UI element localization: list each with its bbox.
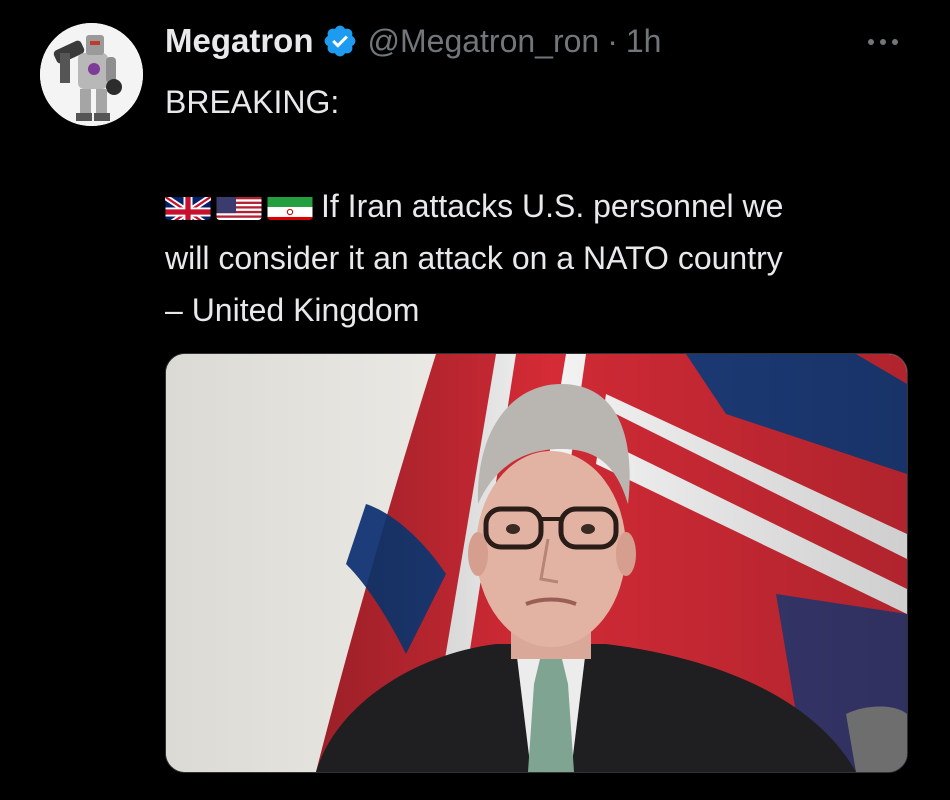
avatar[interactable] xyxy=(40,23,143,126)
tweet-line-1: BREAKING: xyxy=(165,84,340,120)
more-options-button[interactable] xyxy=(858,26,908,58)
flag-us-icon xyxy=(216,190,262,220)
tweet-line-2-text: If Iran attacks U.S. personnel we xyxy=(321,188,784,224)
flag-iran-icon xyxy=(267,190,313,220)
author-handle[interactable]: @Megatron_ron xyxy=(368,23,600,60)
tweet-header: Megatron @Megatron_ron · 1h xyxy=(165,18,661,64)
more-dot xyxy=(880,39,886,45)
separator-dot: · xyxy=(607,22,618,59)
tweet-line-2: If Iran attacks U.S. personnel we xyxy=(165,180,925,232)
tweet-media-image[interactable] xyxy=(165,353,908,773)
tweet-line-3: will consider it an attack on a NATO cou… xyxy=(165,240,783,276)
author-name[interactable]: Megatron xyxy=(165,22,314,60)
tweet-timestamp[interactable]: 1h xyxy=(626,23,662,60)
verified-badge-icon xyxy=(322,23,358,59)
flag-emojis xyxy=(165,190,313,220)
tweet-text: BREAKING: If Iran attacks U.S. personnel… xyxy=(165,76,925,336)
tweet[interactable]: Megatron @Megatron_ron · 1h BREAKING: If… xyxy=(0,0,950,800)
more-horizontal-icon xyxy=(868,39,874,45)
flag-uk-icon xyxy=(165,190,211,220)
more-dot xyxy=(892,39,898,45)
tweet-line-4: – United Kingdom xyxy=(165,292,420,328)
